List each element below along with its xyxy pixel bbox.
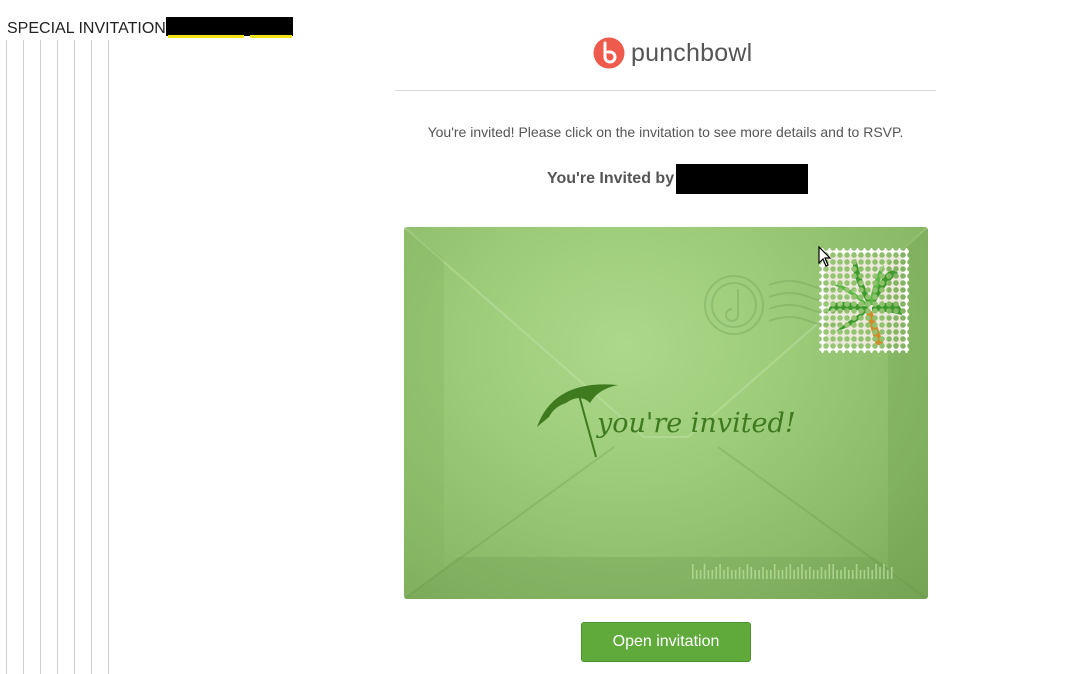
header-divider xyxy=(395,90,936,91)
open-invitation-button[interactable]: Open invitation xyxy=(581,622,751,662)
invited-by: You're Invited by xyxy=(547,164,809,194)
palm-tree-icon xyxy=(828,259,902,345)
postage-stamp xyxy=(819,248,909,353)
mouse-cursor-icon xyxy=(818,246,832,267)
invitation-message: You're invited! Please click on the invi… xyxy=(427,124,904,140)
email-subject: SPECIAL INVITATION xyxy=(7,17,293,39)
redacted-host-name xyxy=(676,164,809,194)
punchbowl-logo[interactable]: punchbowl xyxy=(593,37,752,69)
invited-by-label: You're Invited by xyxy=(547,170,675,187)
envelope-greeting: you're invited! xyxy=(596,408,796,439)
punchbowl-logo-icon xyxy=(593,37,625,69)
redacted-subject-name xyxy=(165,17,293,38)
subject-text: SPECIAL INVITATION xyxy=(7,20,166,37)
brand-name: punchbowl xyxy=(631,38,753,67)
